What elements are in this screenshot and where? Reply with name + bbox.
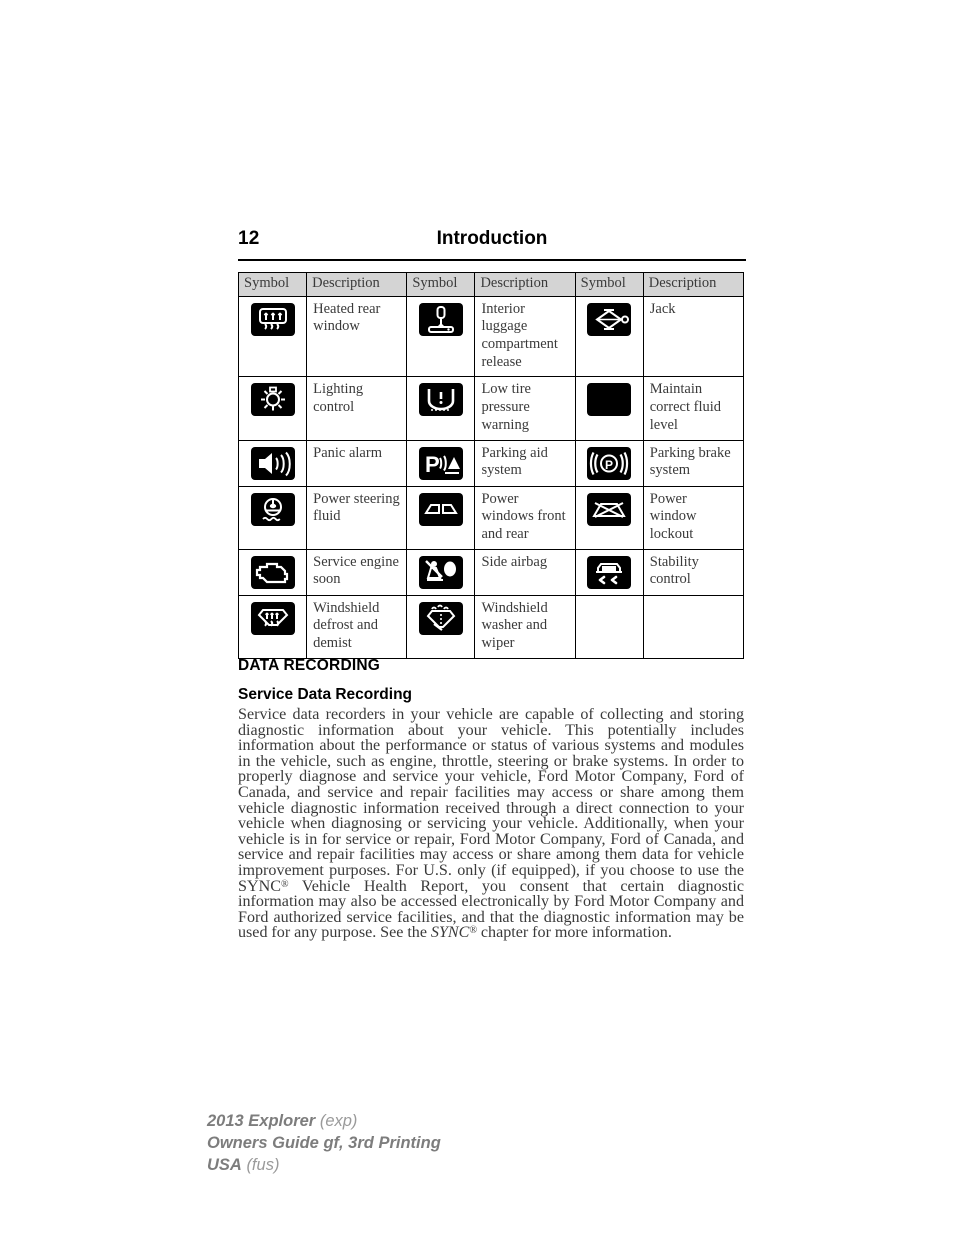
low-tire-pressure-warning-icon — [418, 383, 463, 417]
symbol-cell — [574, 485, 644, 550]
power-window-lockout-icon — [587, 492, 632, 526]
stability-control-icon — [587, 555, 632, 589]
document-footer: 2013 Explorer (exp) Owners Guide gf, 3rd… — [207, 1110, 441, 1176]
footer-model-name: 2013 Explorer — [207, 1112, 316, 1130]
column-header-description-3: Description — [642, 272, 745, 297]
paragraph-text-part-3: chapter for more information. — [476, 924, 672, 942]
section-heading: DATA RECORDING — [238, 657, 381, 674]
table-row: Panic alarm P Parking aid system P Parking b… — [237, 439, 745, 487]
symbol-cell — [237, 548, 308, 596]
windshield-defrost-and-demist-icon — [250, 601, 295, 635]
table-header-row: Symbol Description Symbol Description Sy… — [237, 272, 745, 297]
description-cell: Service engine soon — [306, 548, 408, 596]
sub-heading: Service Data Recording — [238, 686, 413, 703]
description-cell: Panic alarm — [306, 439, 408, 487]
description-cell: Jack — [642, 295, 745, 378]
symbol-cell: P — [406, 439, 476, 487]
description-cell — [642, 594, 745, 659]
power-steering-fluid-icon — [250, 492, 295, 526]
symbol-cell — [406, 485, 476, 550]
table-row: Lighting control Low tire pressure warnin… — [237, 376, 745, 441]
description-cell: Interior luggage compartment release — [474, 295, 576, 378]
footer-line-model: 2013 Explorer (exp) — [207, 1110, 441, 1132]
registered-symbol-1: ® — [280, 878, 289, 890]
maintain-correct-fluid-level-icon — [587, 383, 632, 417]
symbol-cell — [574, 548, 644, 596]
column-header-symbol-1: Symbol — [237, 272, 308, 297]
svg-text:P: P — [605, 458, 613, 472]
registered-symbol-2: ® — [469, 925, 477, 937]
svg-text:P: P — [425, 452, 440, 477]
description-cell: Power steering fluid — [306, 485, 408, 550]
description-cell: Stability control — [642, 548, 745, 596]
description-cell: Lighting control — [306, 376, 408, 441]
sync-trademark-2: SYNC — [430, 924, 470, 942]
footer-model-code: (exp) — [319, 1112, 358, 1130]
panic-alarm-icon — [250, 446, 295, 480]
description-cell: Windshield washer and wiper — [474, 594, 576, 659]
symbol-cell — [574, 376, 644, 441]
power-windows-front-and-rear-icon — [418, 492, 463, 526]
column-header-description-2: Description — [474, 272, 576, 297]
symbol-cell — [237, 439, 308, 487]
lighting-control-icon — [250, 383, 295, 417]
symbol-cell — [406, 548, 476, 596]
table-row: Heated rear window Interior luggage compa… — [237, 295, 745, 378]
heated-rear-window-icon — [250, 302, 295, 336]
footer-market-code: (fus) — [246, 1156, 280, 1174]
symbol-reference-table: Symbol Description Symbol Description Sy… — [237, 272, 745, 659]
parking-brake-system-icon: P — [587, 446, 632, 480]
symbol-cell — [237, 594, 308, 659]
interior-luggage-compartment-release-icon — [418, 302, 463, 336]
symbol-cell — [574, 594, 644, 659]
description-cell: Power windows front and rear — [474, 485, 576, 550]
description-cell: Low tire pressure warning — [474, 376, 576, 441]
column-header-description-1: Description — [306, 272, 408, 297]
parking-aid-system-icon: P — [418, 446, 463, 480]
page-header: 12 Introduction — [238, 228, 746, 258]
description-cell: Windshield defrost and demist — [306, 594, 408, 659]
table-row: Windshield defrost and demist Windshield … — [237, 594, 745, 659]
side-airbag-icon — [418, 555, 463, 589]
service-engine-soon-icon — [250, 555, 295, 589]
description-cell: Parking aid system — [474, 439, 576, 487]
symbol-cell — [406, 594, 476, 659]
symbol-cell — [406, 295, 476, 378]
paragraph-text-part-1: Service data recorders in your vehicle a… — [238, 706, 744, 879]
symbol-cell — [574, 295, 644, 378]
header-divider — [238, 259, 746, 261]
description-cell: Side airbag — [474, 548, 576, 596]
windshield-washer-and-wiper-icon — [418, 601, 463, 635]
symbol-cell — [237, 485, 308, 550]
symbol-cell — [237, 376, 308, 441]
symbol-cell — [237, 295, 308, 378]
table-row: Power steering fluid Power windows front … — [237, 485, 745, 550]
footer-line-market: USA (fus) — [207, 1154, 441, 1176]
footer-line-guide: Owners Guide gf, 3rd Printing — [207, 1132, 441, 1154]
body-paragraph: Service data recorders in your vehicle a… — [238, 706, 744, 942]
description-cell: Power window lockout — [642, 485, 745, 550]
symbol-cell — [406, 376, 476, 441]
sync-trademark-1: SYNC — [238, 877, 281, 895]
footer-guide-info: Owners Guide gf, 3rd Printing — [207, 1134, 441, 1152]
description-cell: Parking brake system — [642, 439, 745, 487]
column-header-symbol-3: Symbol — [574, 272, 644, 297]
symbol-cell: P — [574, 439, 644, 487]
table-row: Service engine soon Side airbag Stability … — [237, 548, 745, 596]
jack-icon — [587, 302, 632, 336]
page-title: Introduction — [436, 228, 548, 249]
table-body: Heated rear window Interior luggage compa… — [237, 295, 745, 659]
description-cell: Heated rear window — [306, 295, 408, 378]
footer-market: USA — [207, 1156, 242, 1174]
column-header-symbol-2: Symbol — [406, 272, 476, 297]
document-page: 12 Introduction Symbol Description Symbo… — [0, 0, 954, 1235]
description-cell: Maintain correct fluid level — [642, 376, 745, 441]
